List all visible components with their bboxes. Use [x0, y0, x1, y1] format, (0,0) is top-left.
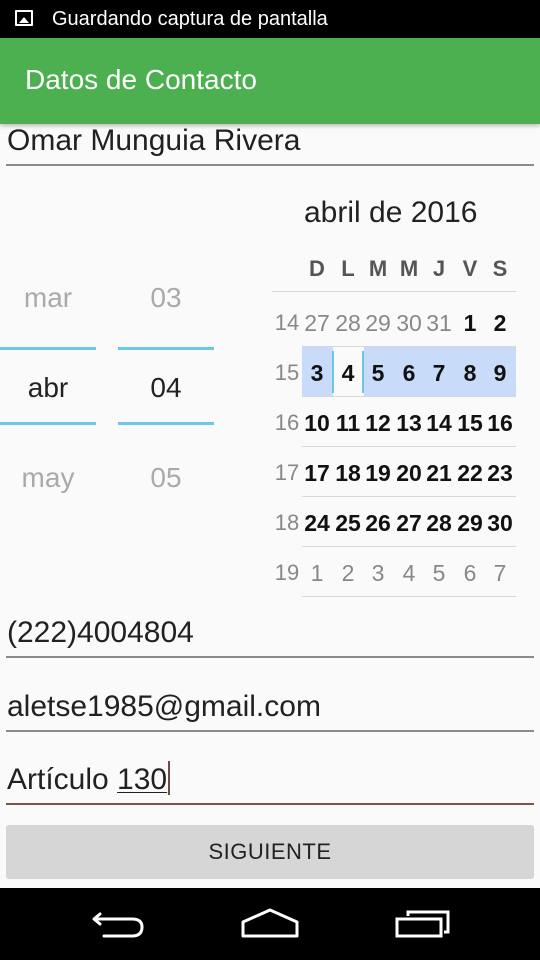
weekday-header: V [462, 256, 478, 281]
phone-underline [6, 656, 534, 658]
calendar-day[interactable]: 16 [485, 410, 515, 437]
week-number: 18 [274, 510, 300, 535]
month-divider-bottom [0, 422, 96, 425]
month-prev[interactable]: mar [0, 282, 96, 314]
calendar-day[interactable]: 28 [333, 310, 363, 337]
calendar-day[interactable]: 30 [394, 310, 424, 337]
weekday-header: M [368, 256, 388, 281]
text-cursor [168, 761, 171, 795]
month-next[interactable]: may [0, 462, 96, 494]
description-composing-text: 130 [117, 763, 168, 796]
calendar-day[interactable]: 18 [333, 460, 363, 487]
calendar-day[interactable]: 24 [302, 510, 332, 537]
calendar-day[interactable]: 5 [424, 560, 454, 587]
home-icon[interactable] [230, 900, 310, 948]
calendar-row-divider [302, 346, 516, 347]
calendar-day[interactable]: 7 [424, 360, 454, 387]
calendar-day[interactable]: 14 [424, 410, 454, 437]
calendar-day[interactable]: 7 [485, 560, 515, 587]
week-number: 19 [274, 560, 300, 585]
calendar-header-divider [272, 291, 516, 292]
calendar-day[interactable]: 1 [455, 310, 485, 337]
name-underline [6, 164, 534, 166]
day-divider-top [118, 347, 214, 350]
weekday-header: S [492, 256, 508, 281]
calendar-day[interactable]: 23 [485, 460, 515, 487]
day-prev[interactable]: 03 [118, 282, 214, 314]
image-icon [15, 10, 33, 26]
calendar-day[interactable]: 27 [394, 510, 424, 537]
description-field[interactable]: Artículo 130 [6, 761, 534, 805]
name-value: Omar Munguia Rivera [7, 124, 301, 157]
calendar-day[interactable]: 4 [333, 360, 363, 387]
weekday-header: J [432, 256, 446, 281]
calendar-day[interactable]: 8 [455, 360, 485, 387]
calendar-day[interactable]: 4 [394, 560, 424, 587]
calendar-day[interactable]: 27 [302, 310, 332, 337]
phone-value: (222)4004804 [7, 616, 194, 649]
calendar-day[interactable]: 3 [363, 560, 393, 587]
week-number: 17 [274, 460, 300, 485]
week-number: 16 [274, 410, 300, 435]
description-value: Artículo 130 [7, 761, 171, 797]
day-divider-bottom [118, 422, 214, 425]
calendar-row-divider [302, 546, 516, 547]
app-bar: Datos de Contacto [0, 38, 540, 124]
month-divider-top [0, 347, 96, 350]
calendar-day[interactable]: 3 [302, 360, 332, 387]
calendar-month-title: abril de 2016 [304, 196, 478, 229]
email-underline [6, 730, 534, 732]
calendar-day[interactable]: 2 [485, 310, 515, 337]
weekday-header: D [309, 256, 325, 281]
calendar-day[interactable]: 15 [455, 410, 485, 437]
calendar-day[interactable]: 6 [394, 360, 424, 387]
email-field[interactable]: aletse1985@gmail.com [6, 688, 534, 732]
calendar-day[interactable]: 2 [333, 560, 363, 587]
calendar-row-divider [302, 496, 516, 497]
status-bar: Guardando captura de pantalla [0, 0, 540, 38]
day-next[interactable]: 05 [118, 462, 214, 494]
calendar-day[interactable]: 21 [424, 460, 454, 487]
calendar-day[interactable]: 17 [302, 460, 332, 487]
page-title: Datos de Contacto [25, 64, 257, 95]
calendar-day[interactable]: 20 [394, 460, 424, 487]
weekday-header: M [399, 256, 419, 281]
navigation-bar [0, 888, 540, 960]
week-number: 15 [274, 360, 300, 385]
next-button[interactable]: SIGUIENTE [6, 825, 534, 879]
name-field[interactable]: Omar Munguia Rivera [6, 122, 534, 166]
month-selected[interactable]: abr [0, 372, 96, 404]
back-icon[interactable] [80, 900, 160, 948]
calendar-day[interactable]: 11 [333, 410, 363, 437]
phone-field[interactable]: (222)4004804 [6, 614, 534, 658]
weekday-header: L [341, 256, 355, 281]
calendar-day[interactable]: 6 [455, 560, 485, 587]
email-value: aletse1985@gmail.com [7, 690, 321, 723]
calendar-row-divider [302, 396, 516, 397]
calendar-day[interactable]: 10 [302, 410, 332, 437]
recents-icon[interactable] [380, 900, 460, 948]
calendar-day[interactable]: 1 [302, 560, 332, 587]
calendar-day[interactable]: 31 [424, 310, 454, 337]
calendar-day[interactable]: 29 [455, 510, 485, 537]
calendar-day[interactable]: 25 [333, 510, 363, 537]
description-prefix: Artículo [7, 763, 118, 796]
calendar-day[interactable]: 22 [455, 460, 485, 487]
day-selected[interactable]: 04 [118, 372, 214, 404]
calendar-row-divider [302, 446, 516, 447]
calendar-day[interactable]: 30 [485, 510, 515, 537]
calendar-row-divider [302, 596, 516, 597]
week-number: 14 [274, 310, 300, 335]
calendar-day[interactable]: 9 [485, 360, 515, 387]
calendar-day[interactable]: 28 [424, 510, 454, 537]
calendar-day[interactable]: 19 [363, 460, 393, 487]
notification-text: Guardando captura de pantalla [52, 8, 328, 30]
calendar-day[interactable]: 5 [363, 360, 393, 387]
calendar-day[interactable]: 13 [394, 410, 424, 437]
calendar-day[interactable]: 12 [363, 410, 393, 437]
calendar-day[interactable]: 26 [363, 510, 393, 537]
calendar-day[interactable]: 29 [363, 310, 393, 337]
description-underline [6, 803, 534, 805]
